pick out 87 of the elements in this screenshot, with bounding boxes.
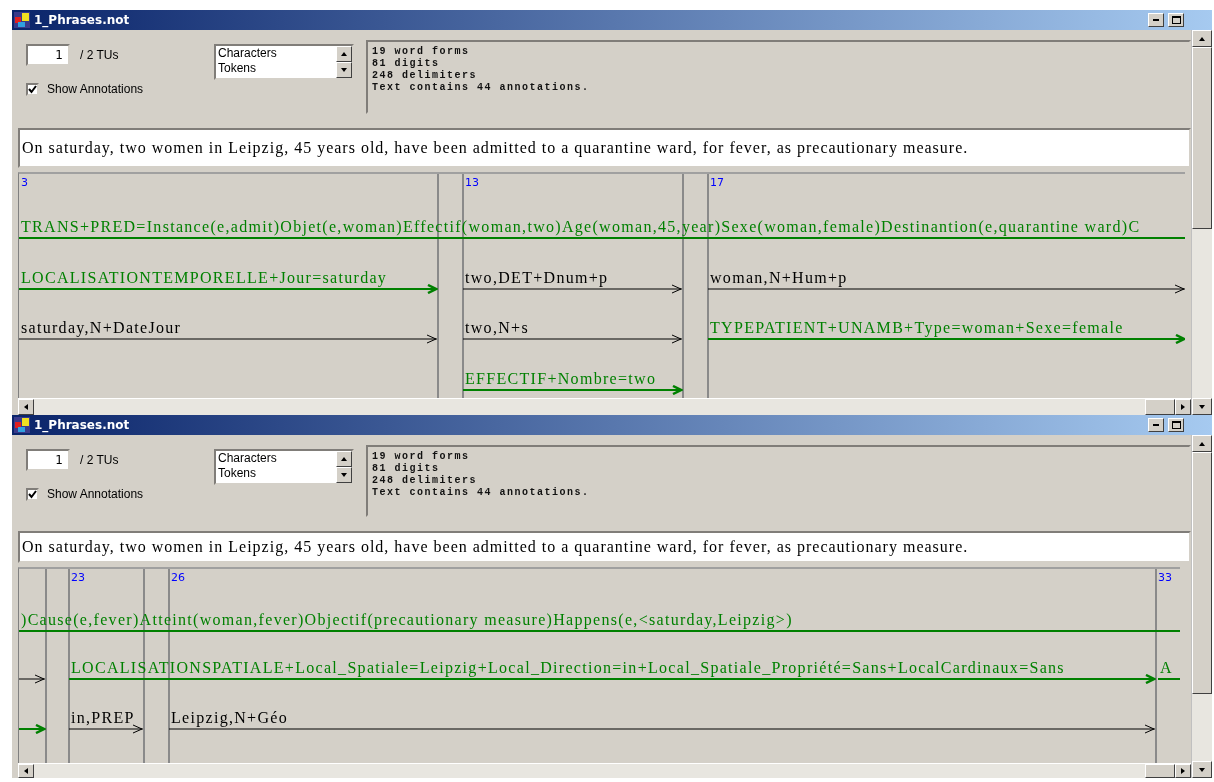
- minimize-button[interactable]: [1148, 13, 1164, 27]
- annotation-text: saturday,N+DateJour: [21, 319, 182, 337]
- annotation-text: two,N+s: [465, 319, 529, 337]
- check-icon: [28, 489, 37, 499]
- down-arrow-icon: [340, 471, 348, 479]
- check-icon: [28, 84, 37, 94]
- scroll-thumb[interactable]: [1145, 399, 1175, 415]
- scroll-left-button[interactable]: [18, 399, 34, 415]
- right-arrow-icon: [1179, 767, 1187, 775]
- maximize-button[interactable]: [1168, 418, 1184, 432]
- list-item[interactable]: Tokens: [218, 466, 336, 481]
- statistics-line: Text contains 44 annotations.: [372, 82, 591, 94]
- app-icon: [14, 12, 30, 28]
- list-item[interactable]: Characters: [218, 46, 336, 61]
- tu-total-label: / 2 TUs: [80, 48, 119, 62]
- sentence-field[interactable]: On saturday, two women in Leipzig, 45 years old, have been admitted to a quarantine ward, for fever, as precautionary measure.: [18, 128, 1191, 168]
- annotation-text: LOCALISATIONSPATIALE+Local_Spatiale=Leipzig+Local_Direction=in+Local_Spatiale_Propriété=Sans+LocalCardinaux=Sans: [71, 659, 1065, 677]
- statistics-line: 248 delimiters: [372, 475, 478, 487]
- statistics-line: 19 word forms: [372, 451, 471, 463]
- scroll-up-button[interactable]: [1192, 30, 1212, 47]
- scroll-up-button[interactable]: [1192, 435, 1212, 452]
- scroll-thumb[interactable]: [1192, 452, 1212, 694]
- statistics-line: 19 word forms: [372, 46, 471, 58]
- left-arrow-icon: [22, 403, 30, 411]
- vertical-scrollbar[interactable]: [1191, 435, 1212, 778]
- show-annotations-checkbox[interactable]: [26, 82, 39, 96]
- minimize-icon: [1153, 19, 1159, 21]
- scroll-thumb[interactable]: [1145, 764, 1175, 778]
- minimize-button[interactable]: [1148, 418, 1164, 432]
- sentence-text: On saturday, two women in Leipzig, 45 years old, have been admitted to a quarantine ward, for fever, as precautionary measure.: [22, 538, 969, 556]
- annotation-text: in,PREP: [71, 709, 135, 727]
- token-number: 13: [465, 176, 479, 189]
- scroll-right-button[interactable]: [1175, 764, 1191, 778]
- sentence-field[interactable]: On saturday, two women in Leipzig, 45 years old, have been admitted to a quarantine ward, for fever, as precautionary measure.: [18, 531, 1191, 563]
- checkbox-label: Show Annotations: [47, 487, 144, 501]
- annotation-text: EFFECTIF+Nombre=two: [465, 370, 657, 388]
- annotation-text: TRANS+PRED=Instance(e,admit)Objet(e,woman)Effectif(woman,two)Age(woman,45,year)Sexe(woman,female)Destinantion(e,quarantine ward)C: [21, 218, 1141, 236]
- tu-number-field[interactable]: 1: [26, 449, 70, 471]
- show-annotations-checkbox[interactable]: [26, 487, 39, 501]
- tu-number-field[interactable]: 1: [26, 44, 70, 66]
- maximize-icon: [1171, 421, 1181, 429]
- annotation-text: )Cause(e,fever)Atteint(woman,fever)Objectif(precautionary measure)Happens(e,<saturday,Leipzig>): [21, 611, 793, 629]
- annotation-text: Leipzig,N+Géo: [171, 709, 288, 727]
- vertical-scrollbar[interactable]: [1191, 30, 1212, 415]
- scroll-down-button[interactable]: [336, 62, 352, 78]
- right-arrow-icon: [1179, 403, 1187, 411]
- annotation-text: two,DET+Dnum+p: [465, 269, 609, 287]
- annotation-text: TYPEPATIENT+UNAMB+Type=woman+Sexe=female: [710, 319, 1124, 337]
- maximize-icon: [1171, 16, 1181, 24]
- sentence-text: On saturday, two women in Leipzig, 45 years old, have been admitted to a quarantine ward, for fever, as precautionary measure.: [22, 139, 969, 157]
- down-arrow-icon: [1198, 765, 1206, 774]
- scroll-up-button[interactable]: [336, 46, 352, 62]
- token-number: 26: [171, 571, 185, 584]
- scroll-up-button[interactable]: [336, 451, 352, 467]
- token-number: 33: [1158, 571, 1172, 584]
- list-item[interactable]: Tokens: [218, 61, 336, 76]
- scroll-down-button[interactable]: [1192, 398, 1212, 415]
- list-item[interactable]: Characters: [218, 451, 336, 466]
- tu-total-label: / 2 TUs: [80, 453, 119, 467]
- statistics-line: 81 digits: [372, 463, 441, 475]
- statistics-line: 248 delimiters: [372, 70, 478, 82]
- down-arrow-icon: [1198, 402, 1206, 411]
- scroll-down-button[interactable]: [336, 467, 352, 483]
- window-title: 1_Phrases.not: [34, 13, 130, 27]
- window-title: 1_Phrases.not: [34, 418, 130, 432]
- checkbox-label: Show Annotations: [47, 82, 144, 96]
- statistics-line: Text contains 44 annotations.: [372, 487, 591, 499]
- annotation-text: A: [1160, 659, 1173, 677]
- app-icon: [14, 417, 30, 433]
- horizontal-scrollbar[interactable]: [18, 763, 1191, 778]
- horizontal-scrollbar[interactable]: [18, 398, 1191, 415]
- scroll-right-button[interactable]: [1175, 399, 1191, 415]
- annotation-text: LOCALISATIONTEMPORELLE+Jour=saturday: [21, 269, 388, 287]
- up-arrow-icon: [340, 455, 348, 463]
- maximize-button[interactable]: [1168, 13, 1184, 27]
- left-arrow-icon: [22, 767, 30, 775]
- scroll-left-button[interactable]: [18, 764, 34, 778]
- down-arrow-icon: [340, 66, 348, 74]
- statistics-line: 81 digits: [372, 58, 441, 70]
- minimize-icon: [1153, 424, 1159, 426]
- scroll-down-button[interactable]: [1192, 761, 1212, 778]
- token-number: 3: [21, 176, 28, 189]
- token-number: 23: [71, 571, 85, 584]
- scroll-thumb[interactable]: [1192, 47, 1212, 229]
- annotation-text: woman,N+Hum+p: [710, 269, 848, 287]
- token-number: 17: [710, 176, 724, 189]
- up-arrow-icon: [340, 50, 348, 58]
